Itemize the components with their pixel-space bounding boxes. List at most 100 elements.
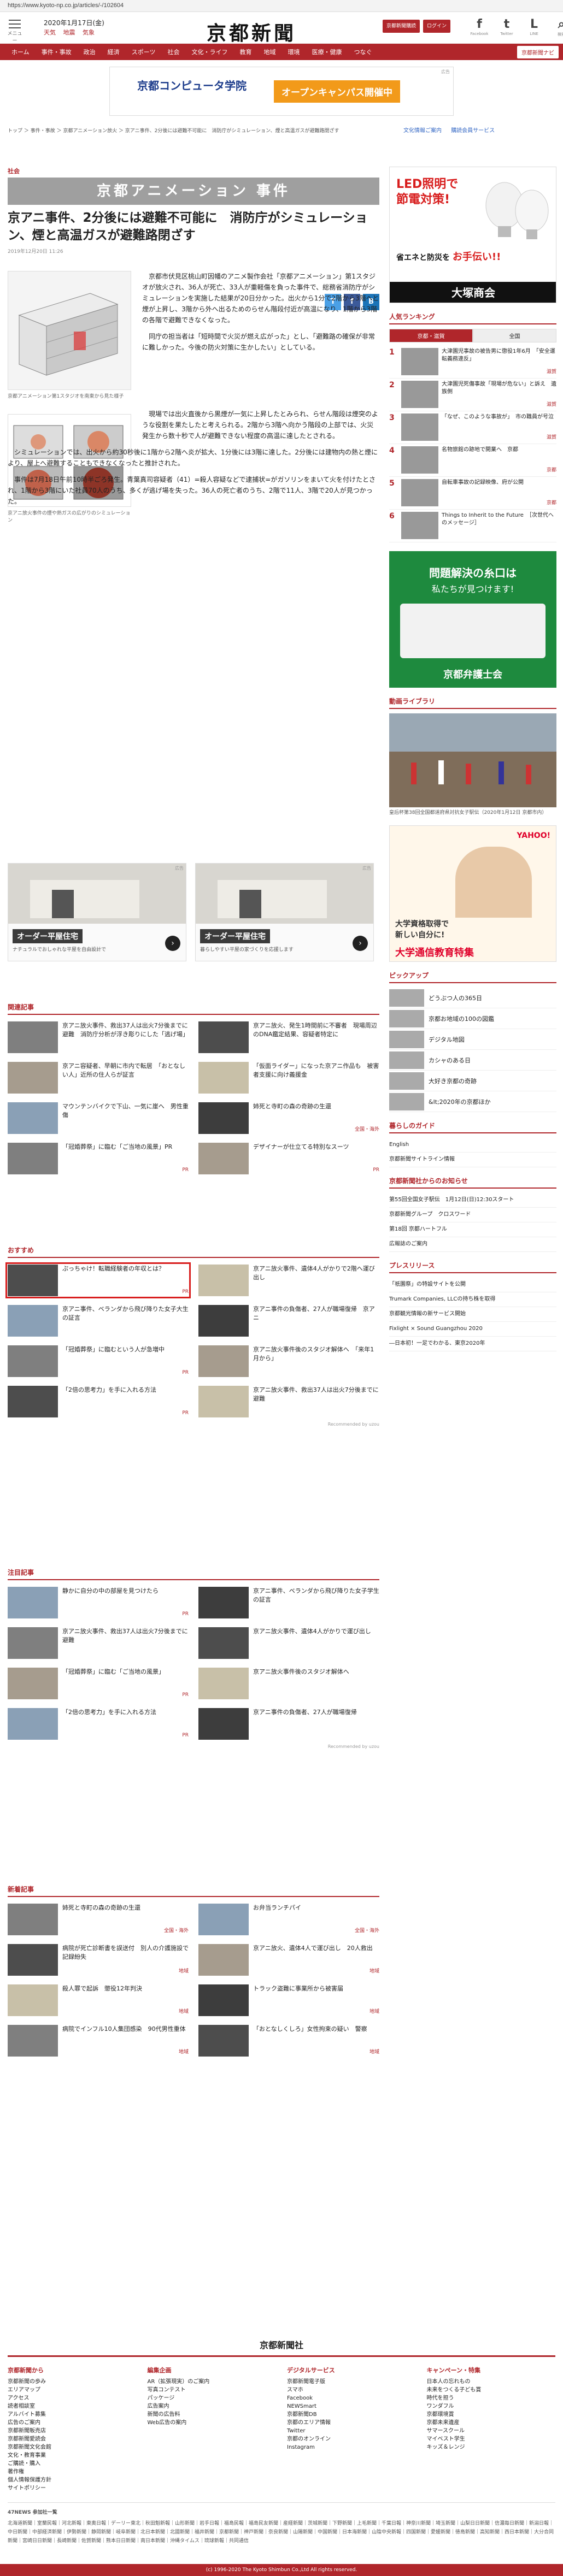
footer-link[interactable]: ご購読・購入 [8,2460,137,2468]
nav-item[interactable]: 政治 [78,48,102,56]
pickup-item[interactable]: &lt;2020年の京都ほか [389,1091,556,1112]
pickup-item[interactable]: カシャのある日 [389,1050,556,1071]
article-link[interactable]: お弁当ランチパイ 全国・海外 [198,1904,379,1935]
footer-link[interactable]: 時代を担う [427,2394,556,2402]
article-link[interactable]: 京アニ事件、ベランダから飛び降りた女子大生の証言 [8,1305,189,1337]
footer-link[interactable]: マイベスト学生 [427,2435,556,2443]
article-link[interactable]: 「冠婚葬祭」に臨むという人が急増中 PR [8,1345,189,1377]
facebook-link[interactable]: f Facebook [470,17,489,37]
footer-link[interactable]: スマホ [287,2386,416,2394]
tab-kyoto-shiga[interactable]: 京都・滋賀 [389,329,473,342]
ranking-item[interactable]: 1 大津園児事故の被告男に懲役1年6月 「安全運転義務違反」 滋賀 [389,346,556,379]
powered-by[interactable]: Recommended by uzou [8,1422,379,1427]
footer-link[interactable]: Twitter [287,2427,416,2435]
university-ad[interactable]: YAHOO! 大学資格取得で 新しい自分に! 大学通信教育特集 [389,825,556,962]
nav-item[interactable]: 環境 [282,48,306,56]
article-link[interactable]: 京アニ放火事件、遺体4人がかりで2階へ運び出し [198,1265,379,1296]
weather-link[interactable]: 天気 [44,29,56,36]
article-link[interactable]: 京アニ事件の負傷者、27人が職場復帰 [198,1708,379,1740]
article-link[interactable]: 京アニ放火、発生1時間前に不審者 現場周辺のDNA鑑定結果、容疑者特定に [198,1021,379,1053]
nav-item[interactable]: 社会 [161,48,185,56]
footer-link[interactable]: 京都のオンライン [287,2435,416,2443]
footer-link[interactable]: 文化・教育事業 [8,2451,137,2460]
footer-link[interactable]: 京都新聞文化会館 [8,2443,137,2451]
nav-item[interactable]: スポーツ [126,48,162,56]
ranking-item[interactable]: 6 Things to Inherit to the Future ［次世代へのメ… [389,510,556,542]
member-service-link[interactable]: 購読会員サービス [451,128,495,134]
footer-link[interactable]: AR（拡張現実）のご案内 [148,2378,277,2386]
pickup-item[interactable]: デジタル地図 [389,1029,556,1050]
footer-link[interactable]: アルバイト募集 [8,2410,137,2419]
led-ad[interactable]: LED照明で 節電対策! 省エネと防災を お手伝い!! 大塚商会 [389,167,556,303]
footer-link[interactable]: 新聞の広告料 [148,2410,277,2419]
article-link[interactable]: 京アニ放火事件、救出37人は出火7分後までに避難 消防庁分析が浮き彫りにした「逃… [8,1021,189,1053]
footer-link[interactable]: 読者相談室 [8,2402,137,2410]
list-link[interactable]: 京都新聞サイトライン情報 [389,1153,556,1167]
article-link[interactable]: 京アニ放火事件後のスタジオ解体へ [198,1668,379,1699]
list-link[interactable]: ―日本初！一足でわかる、東京2020年 [389,1337,556,1351]
nav-item[interactable]: 経済 [102,48,126,56]
footer-link[interactable]: 広告のご案内 [8,2419,137,2427]
house-ad[interactable]: オーダー平屋住宅 ナチュラルでおしゃれな平屋を自由設計で › 広告 [8,863,186,961]
line-link[interactable]: L LINE [525,17,543,37]
footer-link[interactable]: キッズ＆レンジ [427,2443,556,2451]
subscribe-button[interactable]: 京都新聞購読 [383,20,420,33]
article-link[interactable]: 京アニ事件の負傷者、27人が職場復帰 京アニ [198,1305,379,1337]
top-banner-ad[interactable]: 京都コンピュータ学院 オープンキャンパス開催中 広告 [109,67,454,116]
list-link[interactable]: 第18回 京都ハートフル [389,1222,556,1237]
nav-item[interactable]: 事件・事故 [36,48,78,56]
network-papers[interactable]: 北海道新聞｜室蘭民報｜河北新報｜東奥日報｜デーリー東北｜秋田魁新報｜山形新聞｜岩… [8,2519,555,2545]
footer-link[interactable]: 京都のエリア情報 [287,2419,416,2427]
pickup-item[interactable]: 京都お地域の100の図鑑 [389,1008,556,1029]
list-link[interactable]: Trumark Companies, LLCの持ち株を取得 [389,1292,556,1307]
breadcrumb[interactable]: トップ ＞ 事件・事故 ＞ 京都アニメーション放火 ＞ 京アニ事件、2分後には避… [8,127,385,134]
footer-link[interactable]: 日本人の忘れもの [427,2378,556,2386]
footer-link[interactable]: 個人情報保護方針 [8,2476,137,2484]
footer-link[interactable]: 京都環境賞 [427,2410,556,2419]
ranking-item[interactable]: 2 大津園児死傷事故「現場が危ない」と訴え 遺族側 滋賀 [389,379,556,411]
site-logo[interactable]: 京都新聞 [207,17,296,46]
list-link[interactable]: 京都観光情報の新サービス開始 [389,1307,556,1322]
article-link[interactable]: 姉死と寺町の森の奇跡の生還 全国・海外 [8,1904,189,1935]
nav-item[interactable]: つなぐ [348,48,378,56]
footer-link[interactable]: アクセス [8,2394,137,2402]
footer-link[interactable]: 未来をつくる子ども賞 [427,2386,556,2394]
tab-national[interactable]: 全国 [473,329,556,342]
footer-link[interactable]: 京都新聞DB [287,2410,416,2419]
list-link[interactable]: 第55回全国女子駅伝 1月12日(日)12:30スタート [389,1193,556,1208]
article-link[interactable]: マウンテンバイクで下山、一気に崖へ 男性重傷 [8,1102,189,1134]
article-link[interactable]: トラック盗難に事業所から被害届 地域 [198,1984,379,2016]
article-link[interactable]: 「冠婚葬祭」に臨む「ご当地の風景」PR PR [8,1143,189,1174]
article-link[interactable]: 京アニ放火事件、遺体4人がかりで運び出し [198,1627,379,1659]
footer-link[interactable]: サマースクール [427,2427,556,2435]
culture-info-link[interactable]: 文化情報ご案内 [403,128,442,134]
footer-link[interactable]: 写真コンテスト [148,2386,277,2394]
article-link[interactable]: 病院でインフル10人集団感染 90代男性重体 地域 [8,2025,189,2057]
lawyer-ad[interactable]: 問題解決の糸口は 私たちが見つけます! 京都弁護士会 [389,551,556,688]
list-link[interactable]: English [389,1138,556,1153]
video-thumbnail[interactable] [389,713,556,807]
ranking-item[interactable]: 5 自転車事故の記録映像、府が公開 京都 [389,477,556,510]
list-link[interactable]: 「祇園祭」の特設サイトを公開 [389,1278,556,1292]
menu-button[interactable]: メニュー [7,20,23,44]
footer-link[interactable]: NEWSmart [287,2402,416,2410]
address-bar[interactable]: https://www.kyoto-np.co.jp/articles/-/10… [0,0,563,12]
chevron-right-icon[interactable]: › [353,936,368,951]
kyoto-navi-button[interactable]: 京都新聞ナビ [517,45,559,58]
article-link[interactable]: ぷっちゃけ！転職経験者の年収とは？ PR [5,1262,191,1298]
chevron-right-icon[interactable]: › [165,936,180,951]
footer-link[interactable]: 著作権 [8,2468,137,2476]
pickup-item[interactable]: どうぶつ人の365日 [389,988,556,1008]
powered-by[interactable]: Recommended by uzou [8,1744,379,1749]
footer-link[interactable]: エリアマップ [8,2386,137,2394]
article-link[interactable]: 殺人罪で起訴 懲役12年判決 地域 [8,1984,189,2016]
article-link[interactable]: 病院が死亡診断書を誤送付 別人の介護施設で記録紛失 地域 [8,1944,189,1976]
article-link[interactable]: 京アニ事件、ベランダから飛び降りた女子学生の証言 [198,1587,379,1618]
footer-link[interactable]: 京都新聞愛読会 [8,2435,137,2443]
article-link[interactable]: 京アニ放火事件、救出37人は出火7分後までに避難 [8,1627,189,1659]
nav-item[interactable]: 医療・健康 [306,48,348,56]
article-link[interactable]: 「2倍の思考力」を手に入れる方法 PR [8,1708,189,1740]
footer-link[interactable]: 京都新聞販売店 [8,2427,137,2435]
article-link[interactable]: 京アニ放火事件後のスタジオ解体へ 「来年1月から」 [198,1345,379,1377]
footer-link[interactable]: Instagram [287,2443,416,2451]
